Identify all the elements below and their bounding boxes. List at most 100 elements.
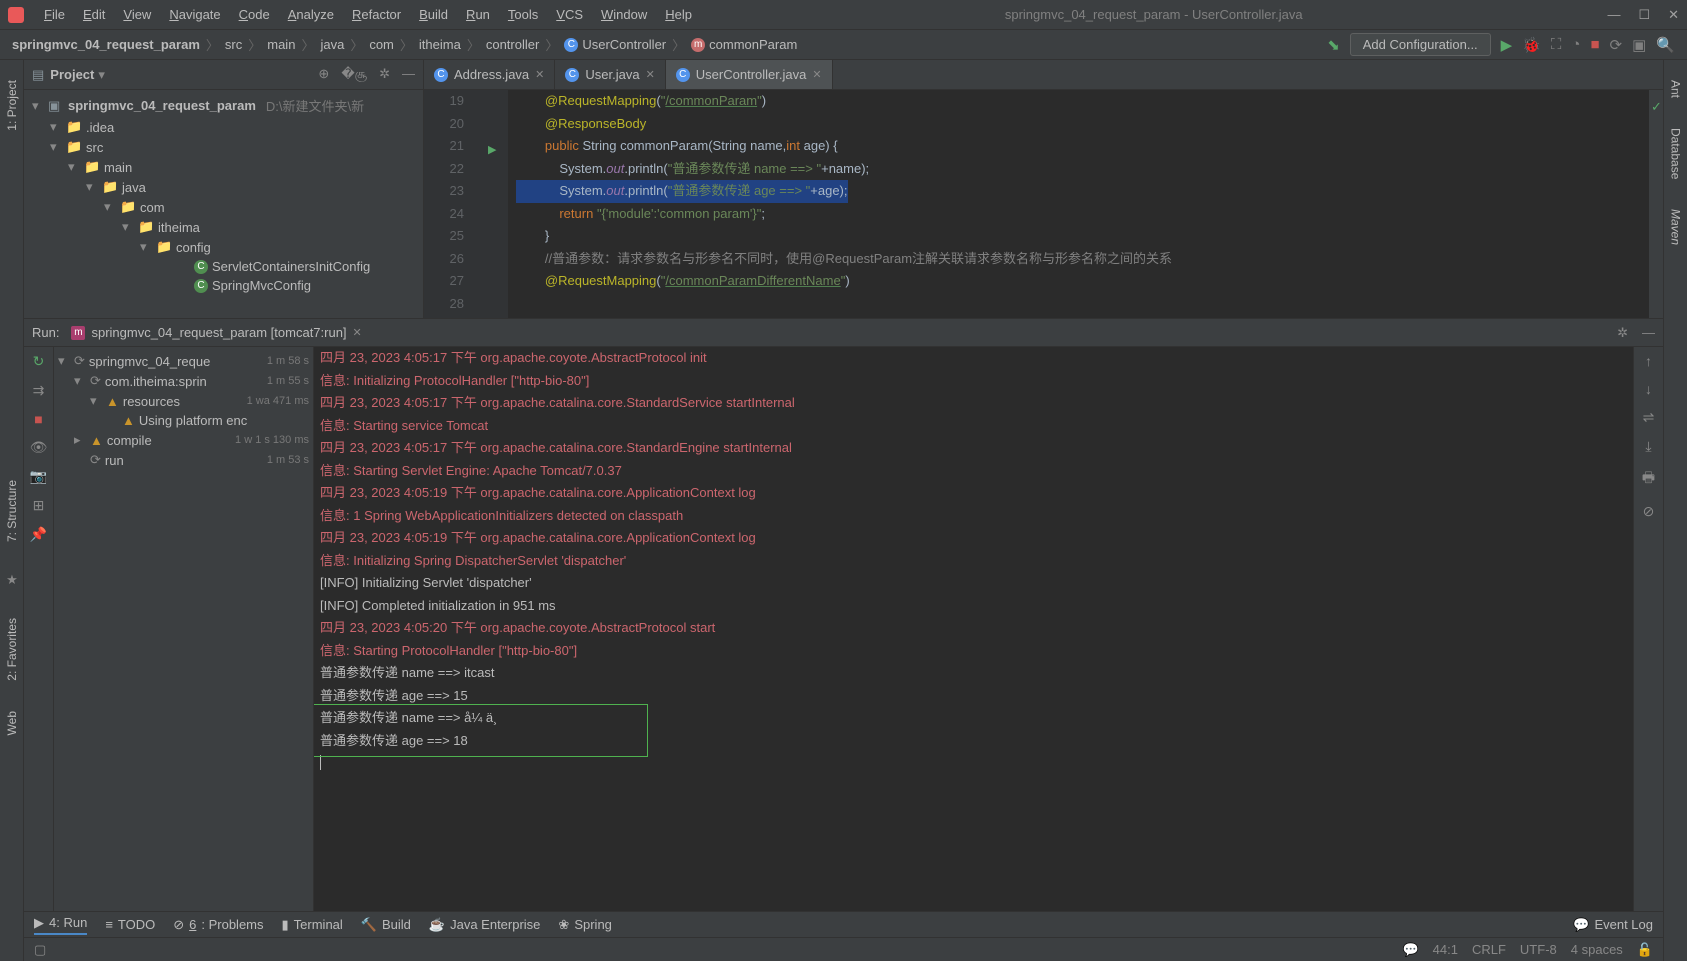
layout-icon2[interactable]: ⊞	[33, 497, 45, 514]
layout-icon[interactable]: ▣	[1632, 36, 1646, 54]
tab-close-icon[interactable]: ✕	[646, 68, 655, 81]
tool-problems[interactable]: ⊘ 6: Problems	[173, 917, 263, 933]
breadcrumb-item[interactable]: main	[267, 37, 295, 52]
menu-edit[interactable]: Edit	[75, 3, 113, 26]
close-icon[interactable]: ✕	[1668, 7, 1679, 23]
menu-code[interactable]: Code	[231, 3, 278, 26]
tree-item[interactable]: ▾📁src	[24, 137, 423, 157]
run-tree-item[interactable]: ▲Using platform enc	[54, 411, 313, 430]
pin-icon[interactable]: 📌	[30, 526, 47, 543]
menu-window[interactable]: Window	[593, 3, 655, 26]
breadcrumb-item[interactable]: itheima	[419, 37, 461, 52]
code-text[interactable]: @RequestMapping("/commonParam") @Respons…	[508, 90, 1649, 318]
tool-build[interactable]: 🔨 Build	[361, 917, 411, 933]
menu-refactor[interactable]: Refactor	[344, 3, 409, 26]
run-config-name[interactable]: springmvc_04_request_param [tomcat7:run]	[91, 325, 346, 340]
run-settings-icon[interactable]: ✲	[1617, 325, 1628, 341]
project-root[interactable]: springmvc_04_request_param	[68, 98, 256, 113]
run-tree[interactable]: ▾⟳springmvc_04_reque1 m 58 s▾⟳com.itheim…	[54, 347, 314, 911]
status-window-icon[interactable]: ▢	[34, 942, 46, 958]
minimize-icon[interactable]: —	[1607, 7, 1620, 23]
stop-run-icon[interactable]: ■	[34, 411, 42, 427]
tab-close-icon[interactable]: ✕	[535, 68, 544, 81]
run-tree-item[interactable]: ▾▲resources1 wa 471 ms	[54, 391, 313, 411]
run-icon[interactable]: ▶	[1501, 36, 1513, 54]
down-icon[interactable]: ↓	[1645, 381, 1652, 397]
coverage-icon[interactable]: ⛶	[1551, 36, 1562, 53]
tree-item[interactable]: CServletContainersInitConfig	[24, 257, 423, 276]
run-tree-item[interactable]: ▾⟳springmvc_04_reque1 m 58 s	[54, 351, 313, 371]
menu-run[interactable]: Run	[458, 3, 498, 26]
status-indent[interactable]: 4 spaces	[1571, 942, 1623, 957]
menu-view[interactable]: View	[115, 3, 159, 26]
menu-file[interactable]: File	[36, 3, 73, 26]
ant-tool-tab[interactable]: Ant	[1669, 80, 1683, 98]
dump-icon[interactable]: 📷	[30, 468, 47, 485]
tree-item[interactable]: ▾📁config	[24, 237, 423, 257]
status-notify-icon[interactable]: 💬	[1402, 942, 1418, 958]
menu-vcs[interactable]: VCS	[548, 3, 591, 26]
console[interactable]: 四月 23, 2023 4:05:17 下午 org.apache.coyote…	[314, 347, 1633, 911]
tree-item[interactable]: ▾📁com	[24, 197, 423, 217]
settings-icon[interactable]: ✲	[379, 66, 390, 83]
tree-item[interactable]: CSpringMvcConfig	[24, 276, 423, 295]
tree-item[interactable]: ▾📁java	[24, 177, 423, 197]
breadcrumb-item[interactable]: com	[369, 37, 394, 52]
tool-run[interactable]: ▶ 4: Run	[34, 915, 87, 935]
tool-terminal[interactable]: ▮ Terminal	[282, 917, 343, 933]
add-configuration-button[interactable]: Add Configuration...	[1350, 33, 1491, 56]
project-dropdown-icon[interactable]: ▾	[98, 67, 105, 83]
breadcrumb-item[interactable]: controller	[486, 37, 539, 52]
editor-tab[interactable]: CAddress.java✕	[424, 60, 555, 89]
tree-item[interactable]: ▾📁main	[24, 157, 423, 177]
tool-eventlog[interactable]: 💬 Event Log	[1573, 917, 1653, 933]
scroll-icon[interactable]: ⤓	[1645, 438, 1651, 455]
status-lock-icon[interactable]: 🔓	[1637, 942, 1653, 958]
menu-help[interactable]: Help	[657, 3, 700, 26]
status-position[interactable]: 44:1	[1433, 942, 1458, 957]
profile-icon[interactable]: ◔	[1571, 36, 1580, 53]
editor-tab[interactable]: CUserController.java✕	[666, 60, 833, 89]
run-tab-close-icon[interactable]: ✕	[353, 326, 362, 339]
web-tool-tab[interactable]: Web	[5, 711, 19, 735]
favorites-tool-tab[interactable]: 2: Favorites	[5, 618, 19, 681]
run-tree-item[interactable]: ⟳run1 m 53 s	[54, 450, 313, 470]
debug-icon[interactable]: 🐞	[1522, 36, 1541, 54]
menu-navigate[interactable]: Navigate	[161, 3, 228, 26]
search-icon[interactable]: 🔍	[1656, 36, 1675, 54]
status-encoding[interactable]: UTF-8	[1520, 942, 1557, 957]
tool-spring[interactable]: ❀ Spring	[558, 917, 611, 933]
print-icon[interactable]: 🖶	[1642, 467, 1655, 491]
tab-close-icon[interactable]: ✕	[812, 68, 821, 81]
tree-item[interactable]: ▾📁itheima	[24, 217, 423, 237]
maximize-icon[interactable]: ☐	[1638, 7, 1650, 23]
menu-tools[interactable]: Tools	[500, 3, 546, 26]
run-tree-item[interactable]: ▾⟳com.itheima:sprin1 m 55 s	[54, 371, 313, 391]
database-tool-tab[interactable]: Database	[1669, 128, 1683, 179]
tree-item[interactable]: ▾📁.idea	[24, 117, 423, 137]
run-tree-item[interactable]: ▸▲compile1 w 1 s 130 ms	[54, 430, 313, 450]
maven-tool-tab[interactable]: Maven	[1669, 209, 1683, 245]
update-icon[interactable]: ⟳	[1610, 36, 1623, 54]
tool-javaee[interactable]: ☕ Java Enterprise	[429, 917, 541, 933]
editor-tab[interactable]: CUser.java✕	[555, 60, 665, 89]
attach-icon[interactable]: ⇉	[33, 382, 45, 399]
hide-icon[interactable]: —	[402, 66, 415, 83]
breadcrumb-item[interactable]: java	[320, 37, 344, 52]
menu-build[interactable]: Build	[411, 3, 456, 26]
wrap-icon[interactable]: ⇌	[1643, 409, 1655, 426]
tool-todo[interactable]: ≡ TODO	[105, 917, 155, 932]
up-icon[interactable]: ↑	[1645, 353, 1652, 369]
menu-analyze[interactable]: Analyze	[280, 3, 342, 26]
breadcrumb-item[interactable]: springmvc_04_request_param	[12, 37, 200, 52]
clear-icon[interactable]: ⊘	[1643, 503, 1655, 520]
show-icon[interactable]: 👁	[30, 439, 48, 456]
code-area[interactable]: 19202122232425262728 ▶ @RequestMapping("…	[424, 90, 1663, 318]
breadcrumb-item[interactable]: src	[225, 37, 242, 52]
expand-icon[interactable]: �சூ	[341, 66, 367, 83]
run-hide-icon[interactable]: —	[1642, 325, 1655, 341]
rerun-icon[interactable]: ↻	[33, 353, 45, 370]
status-eol[interactable]: CRLF	[1472, 942, 1506, 957]
select-opened-icon[interactable]: ⊕	[318, 66, 329, 83]
breadcrumb-item[interactable]: mcommonParam	[691, 37, 797, 53]
